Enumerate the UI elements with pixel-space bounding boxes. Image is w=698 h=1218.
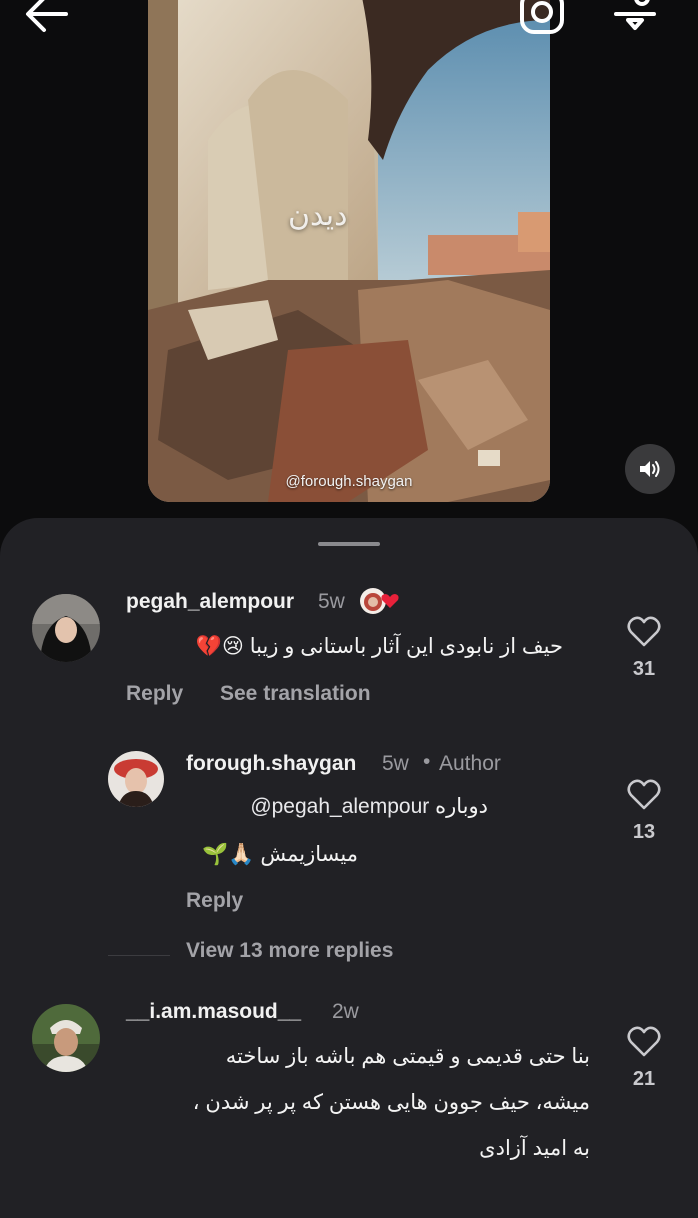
mention-link[interactable]: @pegah_alempour xyxy=(250,795,429,818)
top-bar xyxy=(0,0,698,50)
sound-toggle-button[interactable] xyxy=(625,444,675,494)
author-label: Author xyxy=(439,752,501,775)
filter-sliders-icon[interactable] xyxy=(610,0,660,36)
like-count: 13 xyxy=(632,821,656,843)
comment-text-line2: میسازیمش 🙏🏻🌱 xyxy=(202,843,358,866)
comment-time: 2w xyxy=(332,1000,359,1023)
comment-text-line1: دوباره @pegah_alempour xyxy=(250,786,488,827)
creator-liked-badge xyxy=(358,586,404,616)
speaker-icon xyxy=(640,461,660,477)
video-watermark: @forough.shaygan xyxy=(285,473,413,490)
back-arrow-icon[interactable] xyxy=(22,0,72,36)
separator-dot: • xyxy=(423,750,431,773)
comment-text: حیف از نابودی این آثار باستانی و زیبا 😢💔 xyxy=(195,635,563,658)
replies-divider-line xyxy=(108,955,170,956)
comment-text-line1: بنا حتی قدیمی و قیمتی هم باشه باز ساخته xyxy=(225,1045,590,1068)
like-heart-icon[interactable] xyxy=(627,1026,661,1058)
avatar[interactable] xyxy=(108,751,164,807)
like-heart-icon[interactable] xyxy=(627,616,661,648)
like-count: 31 xyxy=(632,658,656,680)
instagram-camera-icon[interactable] xyxy=(518,0,566,36)
comment-username[interactable]: __i.am.masoud__ xyxy=(126,1000,301,1024)
video-frame-image xyxy=(148,0,550,502)
comment-text-line2: میشه، حیف جوون هایی هستن که پر پر شدن ، xyxy=(192,1091,590,1114)
like-heart-icon[interactable] xyxy=(627,779,661,811)
like-count: 21 xyxy=(632,1068,656,1090)
reply-button[interactable]: Reply xyxy=(126,682,183,706)
video-player[interactable]: دیدن @forough.shaygan xyxy=(148,0,550,502)
view-more-replies-button[interactable]: View 13 more replies xyxy=(186,939,393,963)
comment-username[interactable]: pegah_alempour xyxy=(126,590,294,614)
comment-text: دوباره xyxy=(435,795,488,818)
comment-time: 5w xyxy=(318,590,345,613)
avatar[interactable] xyxy=(32,594,100,662)
reply-button[interactable]: Reply xyxy=(186,889,243,913)
comment-time: 5w xyxy=(382,752,409,775)
avatar[interactable] xyxy=(32,1004,100,1072)
video-overlay-text: دیدن xyxy=(288,198,348,233)
comments-sheet: pegah_alempour 5w حیف از نابودی این آثار… xyxy=(0,518,698,1218)
sheet-drag-handle[interactable] xyxy=(318,542,380,546)
view-more-replies-row[interactable]: View 13 more replies xyxy=(0,930,698,970)
see-translation-button[interactable]: See translation xyxy=(220,682,371,706)
comment-username[interactable]: forough.shaygan xyxy=(186,752,356,776)
comment-text-line3: به امید آزادی xyxy=(479,1137,590,1160)
